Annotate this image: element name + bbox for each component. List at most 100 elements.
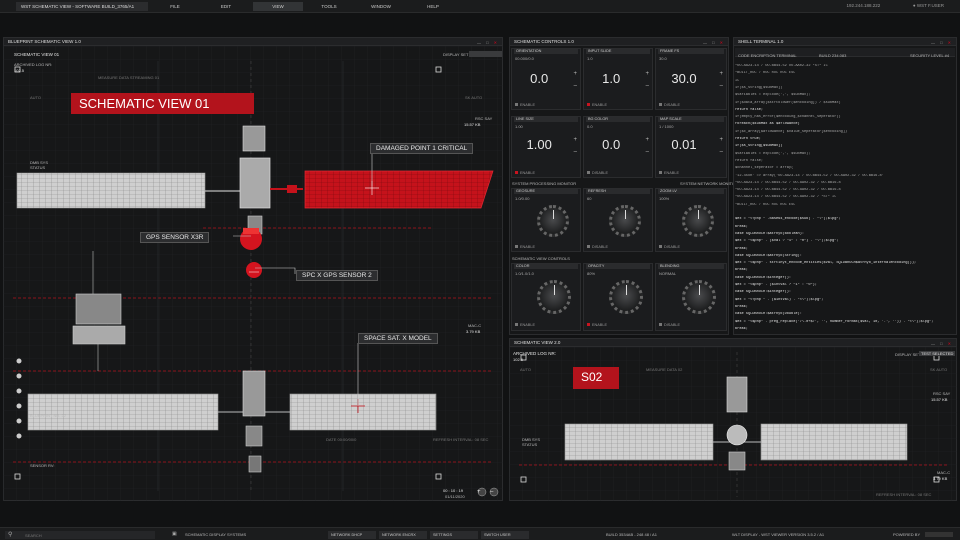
terminal-window-controls[interactable]: — □ ✕	[931, 40, 953, 45]
view2-display-select[interactable]: TEST SELECTED	[919, 351, 956, 356]
menu-file[interactable]: FILE	[150, 2, 200, 11]
date-value: 01/11/2020	[445, 494, 465, 499]
color-knob[interactable]	[537, 280, 571, 314]
line-size-big: 1.00	[526, 137, 552, 152]
terminal-line: $ex = "<$php" . preg_replace('/\.0+$/', …	[735, 319, 934, 324]
menu-edit[interactable]: EDIT	[200, 2, 252, 11]
window-controls[interactable]: — □ ✕	[477, 40, 499, 45]
plus-icon[interactable]: +	[645, 137, 649, 143]
zoom-knob[interactable]	[682, 205, 714, 237]
refresh-interval: REFRESH INTERVAL: 08 SEC	[433, 437, 489, 442]
refresh-value: 60	[587, 196, 592, 201]
plus-icon[interactable]: +	[645, 71, 649, 77]
blending-label: BLENDING	[658, 264, 724, 269]
close-icon[interactable]: ✕	[494, 40, 499, 45]
search-input[interactable]: ⚲ SEARCH	[5, 531, 155, 539]
menu-view[interactable]: VIEW	[253, 2, 303, 11]
close-icon[interactable]: ✕	[948, 40, 953, 45]
disable-toggle[interactable]: DISABLE	[659, 245, 680, 249]
minus-icon[interactable]: –	[574, 149, 577, 155]
user-name[interactable]: WST F.USER	[917, 3, 944, 8]
menu-tools[interactable]: TOOLS	[304, 2, 354, 11]
network-dhcp-button[interactable]: NETWORK DHCP	[328, 531, 376, 539]
orientation-value: 00.000/0.0	[515, 56, 534, 61]
enable-toggle[interactable]: ENABLE	[659, 171, 679, 175]
plus-icon[interactable]: +	[719, 137, 723, 143]
callout-space-sat[interactable]: SPACE SAT. X MODEL	[358, 333, 438, 344]
orientation-stepper[interactable]: ORIENTATION 00.000/0.0 0.0 + – ENABLE	[511, 48, 581, 110]
terminal-line: if($data_array[$strtolower($encoding]) /…	[735, 100, 841, 105]
opacity-value: 80%	[587, 271, 596, 276]
terminal-line: if($s_string[$subMax])	[735, 85, 783, 90]
view2-measure: MEASURE DATA 02	[646, 367, 683, 372]
bg-color-stepper[interactable]: BG COLOR 0.0 0.0 + – DISABLE	[583, 116, 653, 178]
enable-toggle[interactable]: ENABLE	[515, 103, 535, 107]
enable-toggle[interactable]: ENABLE	[587, 103, 607, 107]
terminal-line: break;	[735, 246, 748, 251]
map-scale-label: MAP SCALE	[658, 117, 724, 122]
version-info: WLT DISPLAY - WST VIEWER VERSION 3.5.2 /…	[732, 532, 825, 537]
line-size-stepper[interactable]: LINE SIZE 1.00 1.00 + – ENABLE	[511, 116, 581, 178]
encryption-label: CODE ENCRIPTION TERMINAL	[738, 53, 797, 58]
zoom-out-icon[interactable]: –	[490, 489, 493, 495]
frame-fs-stepper[interactable]: FRAME FS 30.0 30.0 + – DISABLE	[655, 48, 727, 110]
minus-icon[interactable]: –	[574, 83, 577, 89]
input-slide-stepper[interactable]: INPUT SLIDE 1.0 1.0 + – ENABLE	[583, 48, 653, 110]
view2-archived-value: 102.5	[513, 357, 524, 362]
line-size-value: 1.00	[515, 124, 523, 129]
blending-knob[interactable]	[682, 280, 716, 314]
minus-icon[interactable]: –	[720, 83, 723, 89]
minus-icon[interactable]: –	[646, 149, 649, 155]
terminal-line: $ex = "<?php " . ($intVal) . "<\");$lpg"…	[735, 297, 824, 302]
terminal-line: if($s_string[$subMax])	[735, 144, 783, 149]
switch-user-button[interactable]: SWITCH USER	[481, 531, 529, 539]
map-scale-stepper[interactable]: MAP SCALE 1 / 1000 0.01 + – ENABLE	[655, 116, 727, 178]
menu-help[interactable]: HELP	[408, 2, 458, 11]
callout-spc-gps[interactable]: SPC X GPS SENSOR 2	[296, 270, 378, 281]
plus-icon[interactable]: +	[573, 71, 577, 77]
terminal-line: $ex = "<$php" . strtinyt_encode_entities…	[735, 261, 917, 266]
terminal-line: return true;	[735, 137, 761, 141]
enable-toggle[interactable]: ENABLE	[515, 245, 535, 249]
view2-badge: S02	[573, 367, 619, 389]
display-icon: ▣	[172, 531, 177, 537]
settings-button[interactable]: SETTINGS	[430, 531, 478, 539]
map-scale-big: 0.01	[671, 137, 697, 152]
lower-left-solar	[27, 393, 219, 431]
disable-toggle[interactable]: DISABLE	[587, 171, 608, 175]
display-set-select[interactable]	[469, 51, 502, 57]
dmb-status: DMB SYS STATUS	[30, 160, 49, 170]
callout-gps-sensor[interactable]: GPS SENSOR X3R	[140, 232, 210, 243]
plus-icon[interactable]: +	[573, 137, 577, 143]
plus-icon[interactable]: +	[719, 71, 723, 77]
user-icon[interactable]: ●	[913, 3, 916, 8]
terminal-line: break;	[735, 304, 748, 309]
network-encrx-button[interactable]: NETWORK ENCRX	[379, 531, 427, 539]
controls-window-controls[interactable]: — □ ✕	[703, 40, 725, 45]
refresh-knob[interactable]	[609, 205, 641, 237]
minus-icon[interactable]: –	[646, 83, 649, 89]
view2-window-controls[interactable]: — □ ✕	[931, 341, 953, 346]
enable-toggle[interactable]: ENABLE	[515, 171, 535, 175]
geosure-knob[interactable]	[537, 205, 569, 237]
zoom-in-icon[interactable]: +	[477, 489, 481, 495]
display-set-label: DISPLAY SET	[443, 52, 469, 57]
terminal-line: return false;	[735, 107, 764, 112]
frame-fs-label: FRAME FS	[658, 49, 724, 54]
disable-toggle[interactable]: DISABLE	[659, 103, 680, 107]
terminal-line: break;	[735, 326, 748, 331]
callout-damaged-point[interactable]: DAMAGED POINT 1 CRITICAL	[370, 143, 474, 154]
disable-toggle[interactable]: DISABLE	[587, 245, 608, 249]
lower-right-solar	[289, 393, 437, 431]
blueprint-header-label: BLUEPRINT SCHEMATIC VIEW 1.0	[8, 39, 81, 44]
menu-window[interactable]: WINDOW	[355, 2, 407, 11]
opacity-knob[interactable]	[609, 280, 643, 314]
close-icon[interactable]: ✕	[720, 40, 725, 45]
controls-header-label: SCHEMATIC CONTROLS 1.0	[514, 39, 574, 44]
close-icon[interactable]: ✕	[948, 341, 953, 346]
terminal-line: *OO-AA23-14 / OO-BB44-52 / OO-AA02-32 / …	[735, 188, 841, 193]
enable-toggle[interactable]: ENABLE	[587, 323, 607, 327]
enable-toggle[interactable]: ENABLE	[515, 323, 535, 327]
disable-toggle[interactable]: DISABLE	[659, 323, 680, 327]
minus-icon[interactable]: –	[720, 149, 723, 155]
